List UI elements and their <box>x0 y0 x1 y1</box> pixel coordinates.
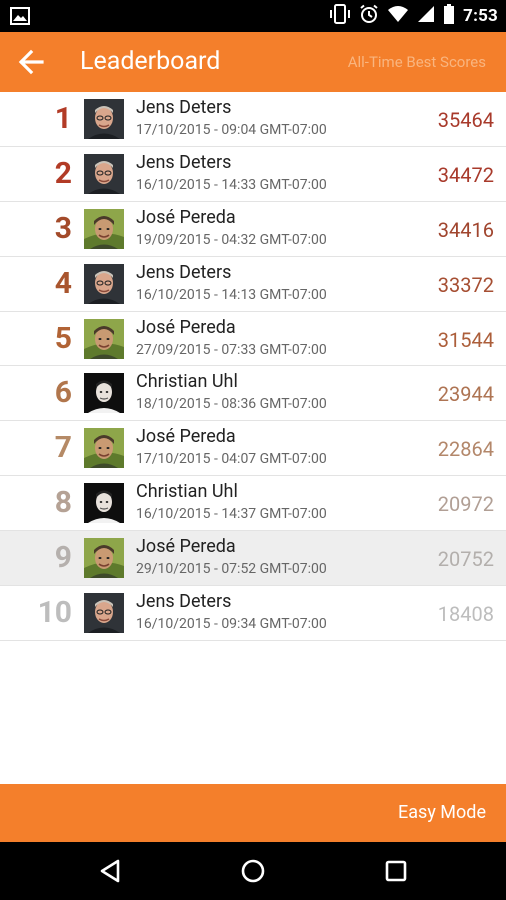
page-title: Leaderboard <box>80 47 221 76</box>
rank-number: 4 <box>54 265 72 301</box>
leaderboard-list: 1 Jens Deters 17/10/2015 - 09:04 GMT-07:… <box>0 92 506 641</box>
score-value: 34472 <box>437 162 494 187</box>
status-bar: 7:53 <box>0 0 506 32</box>
avatar <box>84 153 124 194</box>
arrow-back-icon[interactable] <box>14 46 48 78</box>
signal-icon <box>417 5 435 27</box>
score-date: 16/10/2015 - 14:13 GMT-07:00 <box>136 286 327 303</box>
score-date: 16/10/2015 - 09:34 GMT-07:00 <box>136 616 327 633</box>
leaderboard-row[interactable]: 6 Christian Uhl 18/10/2015 - 08:36 GMT-0… <box>0 366 506 422</box>
score-date: 18/10/2015 - 08:36 GMT-07:00 <box>136 396 327 413</box>
alarm-icon <box>359 4 379 28</box>
score-value: 20972 <box>437 492 494 517</box>
leaderboard-row[interactable]: 9 José Pereda 29/10/2015 - 07:52 GMT-07:… <box>0 531 506 587</box>
avatar <box>84 99 124 139</box>
score-value: 22864 <box>437 437 494 462</box>
player-name: Jens Deters <box>136 261 232 283</box>
rank-number: 7 <box>54 430 72 466</box>
leaderboard-row[interactable]: 5 José Pereda 27/09/2015 - 07:33 GMT-07:… <box>0 311 506 367</box>
player-name: Jens Deters <box>136 591 232 613</box>
leaderboard-row[interactable]: 1 Jens Deters 17/10/2015 - 09:04 GMT-07:… <box>0 92 506 147</box>
app-bar: Leaderboard All-Time Best Scores <box>0 32 506 92</box>
score-date: 17/10/2015 - 09:04 GMT-07:00 <box>136 122 327 138</box>
player-name: José Pereda <box>136 426 236 448</box>
score-value: 31544 <box>437 327 494 352</box>
score-date: 16/10/2015 - 14:33 GMT-07:00 <box>136 176 327 193</box>
score-date: 17/10/2015 - 04:07 GMT-07:00 <box>136 451 327 468</box>
bottom-bar: Easy Mode <box>0 784 506 842</box>
player-name: Jens Deters <box>136 151 232 173</box>
rank-number: 8 <box>54 485 72 521</box>
player-name: Christian Uhl <box>136 481 238 503</box>
player-name: José Pereda <box>136 536 236 558</box>
score-date: 29/10/2015 - 07:52 GMT-07:00 <box>136 561 327 578</box>
avatar <box>84 593 124 634</box>
avatar <box>84 483 124 524</box>
rank-number: 3 <box>54 210 72 246</box>
player-name: José Pereda <box>136 206 236 228</box>
wifi-icon <box>387 5 409 27</box>
leaderboard-row[interactable]: 3 José Pereda 19/09/2015 - 04:32 GMT-07:… <box>0 201 506 257</box>
rank-number: 5 <box>54 320 72 356</box>
leaderboard-row[interactable]: 7 José Pereda 17/10/2015 - 04:07 GMT-07:… <box>0 421 506 477</box>
scores-filter-label[interactable]: All-Time Best Scores <box>348 52 486 72</box>
avatar <box>84 208 124 249</box>
score-value: 34416 <box>437 217 494 242</box>
score-value: 18408 <box>437 602 494 627</box>
back-triangle-icon[interactable] <box>96 856 126 886</box>
score-value: 33372 <box>437 272 494 297</box>
avatar <box>84 318 124 359</box>
leaderboard-row[interactable]: 4 Jens Deters 16/10/2015 - 14:13 GMT-07:… <box>0 256 506 312</box>
player-name: Jens Deters <box>136 97 232 118</box>
leaderboard-row[interactable]: 10 Jens Deters 16/10/2015 - 09:34 GMT-07… <box>0 586 506 641</box>
navigation-bar <box>0 842 506 900</box>
avatar <box>84 538 124 579</box>
score-date: 16/10/2015 - 14:37 GMT-07:00 <box>136 506 327 523</box>
avatar <box>84 428 124 469</box>
mode-button[interactable]: Easy Mode <box>398 801 486 825</box>
battery-icon <box>443 4 455 28</box>
score-date: 27/09/2015 - 07:33 GMT-07:00 <box>136 341 327 358</box>
score-value: 23944 <box>437 382 494 407</box>
vibrate-icon <box>329 4 351 28</box>
score-value: 20752 <box>437 547 494 572</box>
score-date: 19/09/2015 - 04:32 GMT-07:00 <box>136 231 327 248</box>
home-circle-icon[interactable] <box>238 856 268 886</box>
rank-number: 2 <box>54 155 72 191</box>
score-value: 35464 <box>437 108 494 132</box>
clock: 7:53 <box>463 6 498 26</box>
avatar <box>84 263 124 304</box>
leaderboard-row[interactable]: 8 Christian Uhl 16/10/2015 - 14:37 GMT-0… <box>0 476 506 532</box>
rank-number: 9 <box>54 540 72 576</box>
rank-number: 6 <box>54 375 72 411</box>
player-name: José Pereda <box>136 316 236 338</box>
rank-number: 10 <box>37 595 72 631</box>
image-icon <box>10 7 30 25</box>
rank-number: 1 <box>54 101 72 136</box>
player-name: Christian Uhl <box>136 371 238 393</box>
leaderboard-row[interactable]: 2 Jens Deters 16/10/2015 - 14:33 GMT-07:… <box>0 146 506 202</box>
avatar <box>84 373 124 414</box>
recents-square-icon[interactable] <box>381 856 411 886</box>
